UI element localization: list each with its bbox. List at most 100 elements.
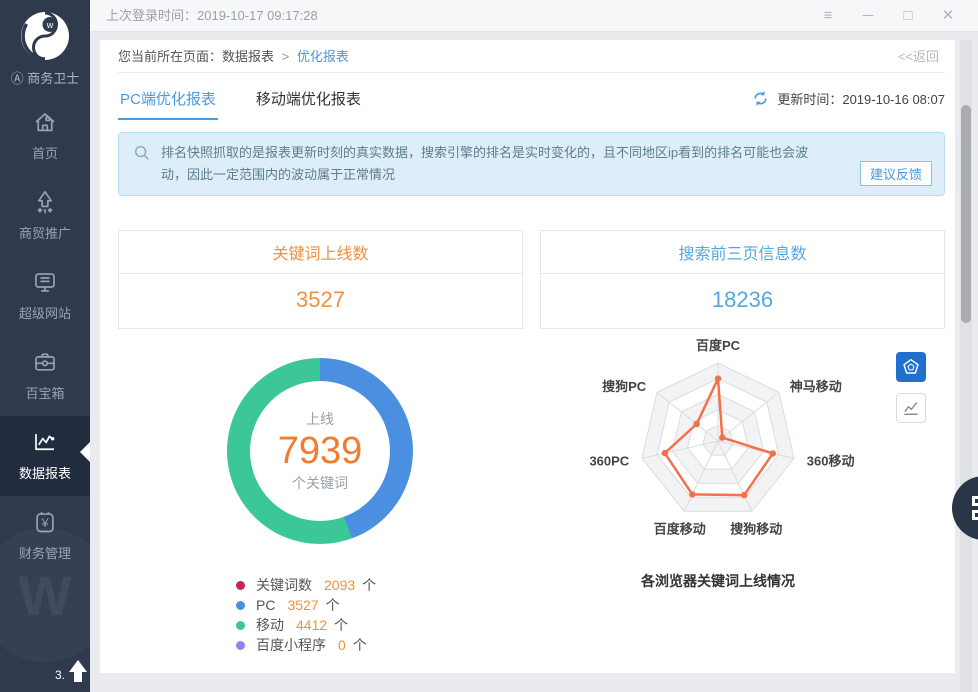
tab-mobile-report[interactable]: 移动端优化报表 <box>254 77 363 120</box>
sidebar-item-label: 超级网站 <box>0 303 90 322</box>
legend-unit: 个 <box>362 575 376 595</box>
donut-center-label-bottom: 个关键词 <box>292 473 348 493</box>
legend-dot <box>236 641 245 650</box>
stat-cards-row: 关键词上线数 3527 搜索前三页信息数 18236 <box>118 230 945 329</box>
sidebar-item-toolbox[interactable]: 百宝箱 <box>0 336 90 416</box>
legend-value: 2093 <box>324 577 355 593</box>
legend-label: 关键词数 <box>256 575 312 595</box>
qr-code-icon <box>969 493 978 523</box>
tab-pc-report[interactable]: PC端优化报表 <box>118 77 218 120</box>
radar-axis-label: 360PC <box>589 454 629 469</box>
bottom-indicator: 3. <box>55 668 65 684</box>
update-time-text: 更新时间：2019-10-16 08:07 <box>777 89 945 108</box>
scroll-top-control[interactable]: 3. <box>55 658 87 684</box>
search-icon <box>133 144 151 169</box>
line-view-button[interactable] <box>896 393 926 423</box>
legend-dot <box>236 601 245 610</box>
legend-value: 3527 <box>287 597 318 613</box>
breadcrumb: 您当前所在页面：数据报表 > 优化报表 <<返回 <box>118 40 945 73</box>
minimize-icon[interactable]: ─ <box>848 0 888 31</box>
stat-card-keywords-online: 关键词上线数 3527 <box>118 230 523 329</box>
brand-badge-letter: w <box>46 20 54 30</box>
menu-icon[interactable]: ≡ <box>808 0 848 31</box>
legend-dot <box>236 581 245 590</box>
donut-ring: 上线 7939 个关键词 <box>227 358 413 544</box>
line-chart-icon <box>901 398 921 418</box>
legend-dot <box>236 621 245 630</box>
sidebar-watermark: W <box>0 528 90 662</box>
sidebar: w Ⓐ 商务卫士 首页 商贸推广 超级网站 百宝箱 <box>0 0 90 692</box>
radar-view-button[interactable] <box>896 352 926 382</box>
breadcrumb-separator: > <box>282 49 290 64</box>
tabs-row: PC端优化报表 移动端优化报表 更新时间：2019-10-16 08:07 <box>118 75 945 121</box>
radar-svg: 百度PC 神马移动 360移动搜狗移动 百度移动 360PC 搜狗PC <box>553 329 883 561</box>
radar-axis-label: 360移动 <box>807 454 855 469</box>
breadcrumb-root: 数据报表 <box>222 49 274 64</box>
legend-value: 0 <box>338 637 346 653</box>
window-controls: ≡ ─ □ ✕ <box>808 0 968 31</box>
sidebar-item-home[interactable]: 首页 <box>0 96 90 176</box>
qr-float-button[interactable] <box>952 476 978 540</box>
legend-item-pc[interactable]: PC 3527 个 <box>236 595 376 615</box>
legend-item-baidu-miniapp[interactable]: 百度小程序 0 个 <box>236 635 376 655</box>
maximize-icon[interactable]: □ <box>888 0 928 31</box>
brand[interactable]: w Ⓐ 商务卫士 <box>0 0 90 96</box>
home-icon <box>31 109 59 136</box>
main-panel: 您当前所在页面：数据报表 > 优化报表 <<返回 PC端优化报表 移动端优化报表 <box>100 40 955 673</box>
legend-label: PC <box>256 597 275 613</box>
notice-text: 排名快照抓取的是报表更新时刻的真实数据，搜索引擎的排名是实时变化的，且不同地区i… <box>161 145 808 182</box>
breadcrumb-prefix: 您当前所在页面： <box>118 49 222 64</box>
breadcrumb-current: 优化报表 <box>297 49 349 64</box>
stat-card-value: 18236 <box>541 274 944 328</box>
legend-unit: 个 <box>353 635 367 655</box>
promotion-icon <box>31 189 59 216</box>
sidebar-item-label: 百宝箱 <box>0 383 90 402</box>
toolbox-icon <box>31 349 59 376</box>
donut-center-label-top: 上线 <box>306 409 334 429</box>
brand-logo-icon: w <box>19 10 71 62</box>
donut-legend: 关键词数 2093 个 PC 3527 个 移动 4412 个 <box>236 575 376 655</box>
legend-value: 4412 <box>296 617 327 633</box>
stat-card-title: 关键词上线数 <box>119 231 522 274</box>
up-arrow-icon[interactable] <box>69 658 87 684</box>
radar-axis-label: 搜狗PC <box>602 379 647 394</box>
stat-card-top3-pages: 搜索前三页信息数 18236 <box>540 230 945 329</box>
feedback-button[interactable]: 建议反馈 <box>860 161 932 186</box>
donut-center-value: 7939 <box>278 429 363 473</box>
sidebar-item-reports[interactable]: 数据报表 <box>0 416 90 496</box>
radar-axis-label: 搜狗移动 <box>730 521 782 536</box>
radar-axis-label: 百度PC <box>696 338 741 353</box>
radar-pentagon-icon <box>901 357 921 377</box>
radar-chart: 百度PC 神马移动 360移动搜狗移动 百度移动 360PC 搜狗PC 各浏览器关键词上线… <box>553 329 883 591</box>
sidebar-item-label: 数据报表 <box>0 463 90 482</box>
scrollbar-thumb[interactable] <box>961 105 971 323</box>
radar-caption: 各浏览器关键词上线情况 <box>553 571 883 591</box>
legend-item-mobile[interactable]: 移动 4412 个 <box>236 615 376 635</box>
sidebar-item-label: 首页 <box>0 143 90 162</box>
notice-banner: 排名快照抓取的是报表更新时刻的真实数据，搜索引擎的排名是实时变化的，且不同地区i… <box>118 132 945 196</box>
scrollbar-track[interactable] <box>960 40 972 692</box>
legend-unit: 个 <box>334 615 348 635</box>
sidebar-item-promotion[interactable]: 商贸推广 <box>0 176 90 256</box>
update-block: 更新时间：2019-10-16 08:07 <box>751 89 945 108</box>
close-icon[interactable]: ✕ <box>928 0 968 31</box>
report-icon <box>31 429 59 456</box>
chart-type-toggles <box>896 352 926 423</box>
legend-item-keywords[interactable]: 关键词数 2093 个 <box>236 575 376 595</box>
charts-row: 上线 7939 个关键词 关键词数 2093 个 PC 3527 个 <box>118 329 945 663</box>
stat-card-value: 3527 <box>119 274 522 328</box>
stat-card-title: 搜索前三页信息数 <box>541 231 944 274</box>
topbar: 上次登录时间：2019-10-17 09:17:28 ≡ ─ □ ✕ <box>90 0 978 32</box>
back-link[interactable]: <<返回 <box>898 40 939 72</box>
radar-axis-label: 百度移动 <box>654 521 706 536</box>
refresh-icon[interactable] <box>751 89 770 108</box>
legend-label: 百度小程序 <box>256 635 326 655</box>
brand-label: Ⓐ 商务卫士 <box>0 68 90 87</box>
legend-unit: 个 <box>326 595 340 615</box>
legend-label: 移动 <box>256 615 284 635</box>
sidebar-item-label: 商贸推广 <box>0 223 90 242</box>
sidebar-item-website[interactable]: 超级网站 <box>0 256 90 336</box>
donut-center: 上线 7939 个关键词 <box>250 381 390 521</box>
radar-axis-label: 神马移动 <box>790 379 842 394</box>
website-icon <box>31 269 59 296</box>
